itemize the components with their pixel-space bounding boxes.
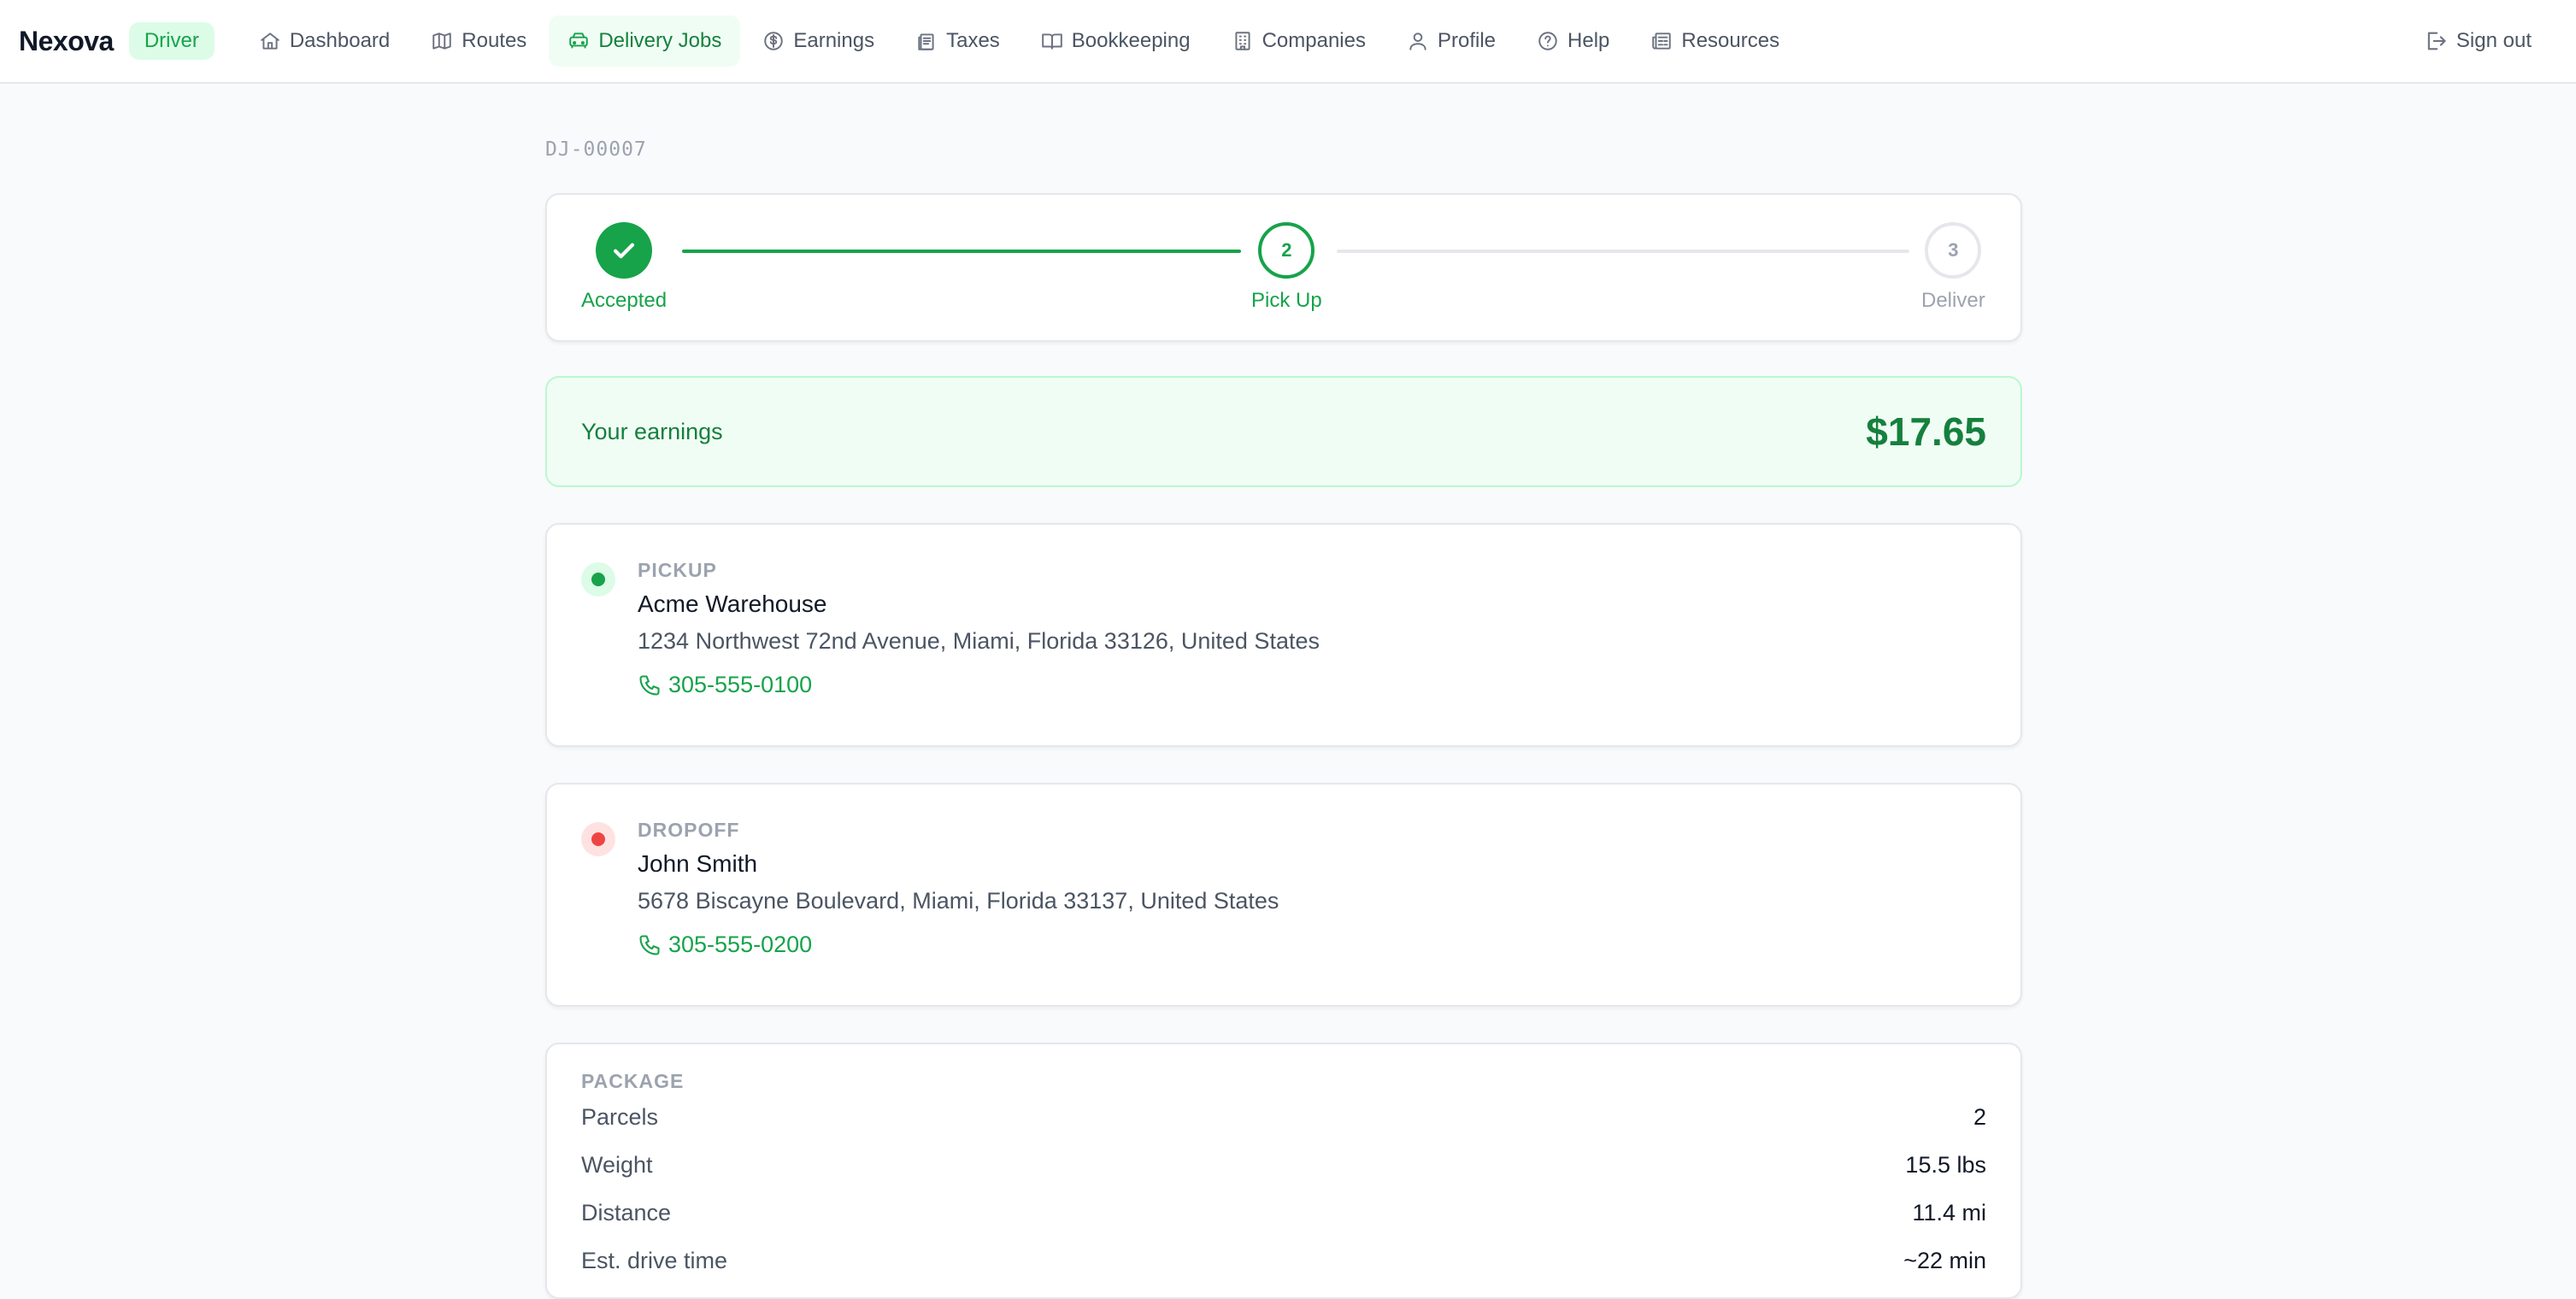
phone-icon [639, 934, 660, 955]
step-accepted: Accepted [581, 222, 667, 313]
dropoff-marker-icon [581, 822, 615, 856]
job-detail: DJ-00007 Accepted 2 Pick Up 3 Deliver Yo… [545, 84, 2022, 1299]
job-id: DJ-00007 [545, 138, 647, 161]
newspaper-icon [1652, 32, 1672, 50]
log-out-icon [2427, 32, 2446, 50]
nav-item-delivery-jobs[interactable]: Delivery Jobs [549, 15, 741, 67]
car-icon [569, 32, 589, 49]
nav-item-earnings[interactable]: Earnings [744, 15, 893, 67]
role-badge: Driver [128, 22, 215, 60]
earnings-amount: $17.65 [1866, 409, 1986, 454]
pickup-address: 1234 Northwest 72nd Avenue, Miami, Flori… [638, 628, 1320, 654]
nav-item-label: Profile [1437, 29, 1497, 52]
dropoff-address: 5678 Biscayne Boulevard, Miami, Florida … [638, 888, 1279, 914]
user-icon [1409, 32, 1426, 50]
progress-stepper: Accepted 2 Pick Up 3 Deliver [545, 193, 2022, 342]
package-row-value: 15.5 lbs [1905, 1151, 1986, 1178]
nav-items: Dashboard Routes Delivery Jobs Earnings … [240, 15, 1802, 67]
step-label: Pick Up [1251, 289, 1322, 312]
nav-item-label: Resources [1681, 29, 1780, 52]
package-row-key: Distance [581, 1199, 672, 1226]
nav-item-taxes[interactable]: Taxes [897, 15, 1019, 67]
nav-item-label: Dashboard [289, 29, 391, 52]
pickup-phone: 305-555-0100 [668, 672, 813, 697]
package-card: PACKAGE Parcels 2 Weight 15.5 lbs Distan… [545, 1043, 2022, 1299]
map-icon [432, 32, 451, 50]
step-circle-todo: 3 [1925, 222, 1982, 279]
nav-item-label: Bookkeeping [1071, 29, 1191, 52]
help-circle-icon [1538, 32, 1557, 50]
nav-item-routes[interactable]: Routes [412, 15, 545, 67]
package-row: Weight 15.5 lbs [581, 1141, 1986, 1189]
building-icon [1235, 32, 1250, 50]
nav-item-bookkeeping[interactable]: Bookkeeping [1022, 15, 1209, 67]
nav-item-label: Earnings [793, 29, 875, 52]
book-open-icon [1041, 33, 1062, 50]
dropoff-phone-link[interactable]: 305-555-0200 [638, 932, 1986, 958]
dropoff-kicker: DROPOFF [638, 819, 740, 841]
nav-item-profile[interactable]: Profile [1388, 15, 1514, 67]
nav-item-label: Routes [462, 29, 527, 52]
step-label: Deliver [1921, 289, 1985, 312]
package-row-value: 2 [1973, 1103, 1986, 1130]
package-title: PACKAGE [581, 1070, 685, 1092]
package-row: Distance 11.4 mi [581, 1189, 1986, 1237]
package-row-key: Weight [581, 1151, 653, 1178]
package-row-key: Est. drive time [581, 1247, 728, 1273]
dropoff-card: DROPOFF John Smith 5678 Biscayne Bouleva… [545, 783, 2022, 1007]
nav-item-label: Delivery Jobs [598, 29, 722, 52]
step-pick-up: 2 Pick Up [1251, 222, 1322, 313]
nav-item-help[interactable]: Help [1518, 15, 1628, 67]
step-circle-current: 2 [1258, 222, 1315, 279]
check-icon [613, 243, 635, 259]
nav-item-label: Companies [1262, 29, 1366, 52]
home-icon [261, 32, 279, 50]
package-row-value: 11.4 mi [1912, 1199, 1986, 1226]
stepper-line-pending [1337, 250, 1909, 253]
step-deliver: 3 Deliver [1921, 222, 1985, 313]
brand-logo[interactable]: Nexova [19, 26, 114, 57]
sign-out-button[interactable]: Sign out [2415, 29, 2557, 53]
package-row: Est. drive time ~22 min [581, 1237, 1986, 1284]
nav-item-label: Help [1567, 29, 1610, 52]
package-row: Parcels 2 [581, 1093, 1986, 1141]
package-row-value: ~22 min [1903, 1247, 1986, 1273]
stepper-line-completed [682, 250, 1241, 253]
sign-out-label: Sign out [2455, 29, 2532, 52]
pickup-marker-icon [581, 562, 615, 597]
nav-item-label: Taxes [946, 29, 1000, 52]
top-nav: Nexova Driver Dashboard Routes Delivery … [0, 0, 2576, 84]
dollar-circle-icon [764, 32, 784, 50]
package-row-key: Parcels [581, 1103, 659, 1130]
nav-item-companies[interactable]: Companies [1213, 15, 1385, 67]
phone-icon [639, 674, 660, 696]
pickup-kicker: PICKUP [638, 559, 717, 581]
pickup-card: PICKUP Acme Warehouse 1234 Northwest 72n… [545, 523, 2022, 747]
pickup-name: Acme Warehouse [638, 591, 827, 617]
earnings-label: Your earnings [581, 418, 723, 444]
pickup-phone-link[interactable]: 305-555-0100 [638, 672, 1986, 698]
dropoff-phone: 305-555-0200 [668, 932, 813, 957]
step-label: Accepted [581, 289, 668, 312]
dropoff-name: John Smith [638, 850, 758, 877]
receipt-icon [918, 33, 934, 50]
step-circle-done [596, 222, 653, 279]
earnings-card: Your earnings $17.65 [545, 376, 2022, 487]
nav-item-dashboard[interactable]: Dashboard [240, 15, 409, 67]
nav-item-resources[interactable]: Resources [1632, 15, 1798, 67]
